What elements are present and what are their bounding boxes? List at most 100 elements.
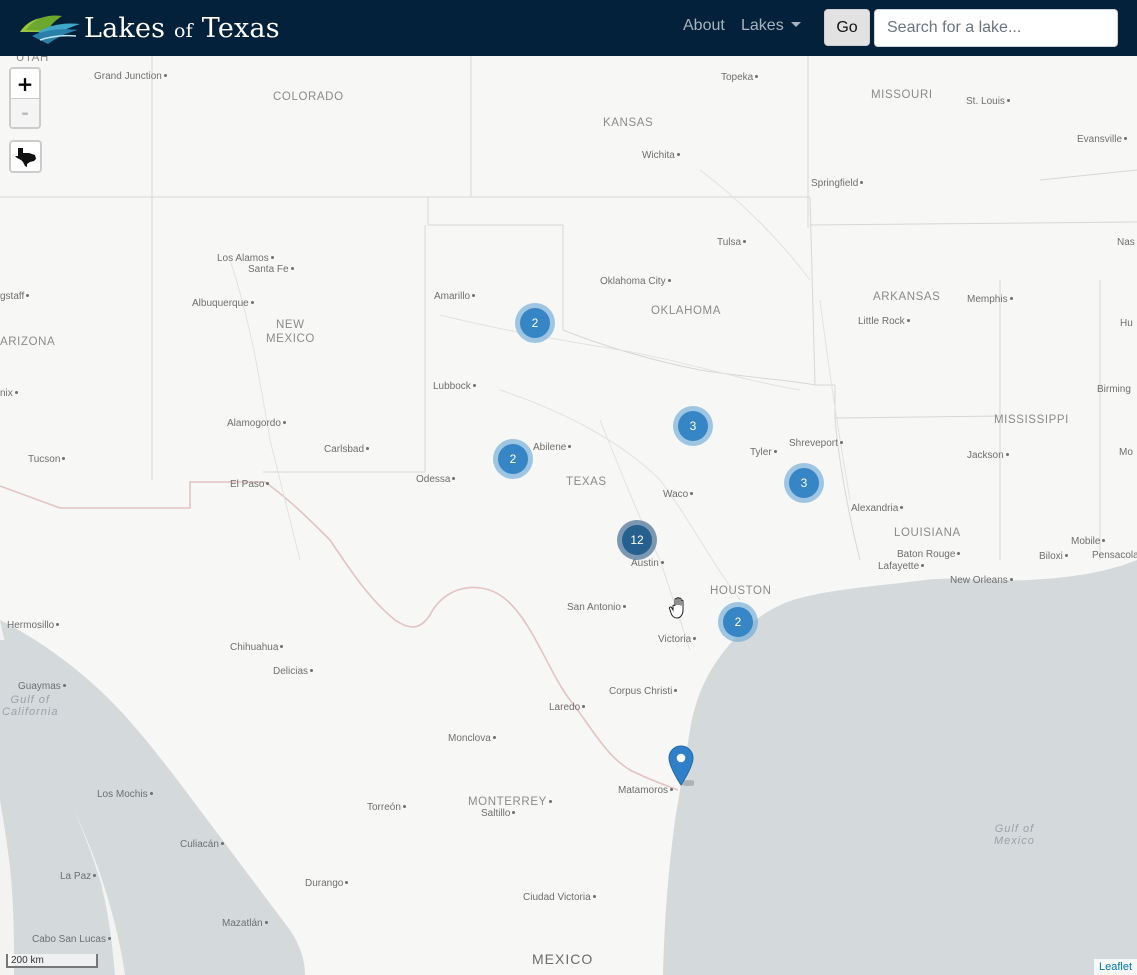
city-mo: Mo [1119,447,1133,458]
navbar: Lakes of Texas About Lakes Go [0,0,1137,56]
city-chihuahua: Chihuahua [230,642,284,654]
city-albuquerque: Albuquerque [192,298,254,310]
label-utah: UTAH [16,56,49,64]
city-nas: Nas [1117,237,1135,248]
city-mazatlan: Mazatlán [222,918,268,930]
leaflet-attribution-link[interactable]: Leaflet [1093,959,1137,975]
brand-title: Lakes of Texas [84,12,280,44]
city-lafayette: Lafayette [878,561,925,573]
lake-cluster-count: 2 [520,308,550,338]
nav-lakes-label: Lakes [741,17,784,34]
city-jackson: Jackson [967,450,1009,462]
city-alamogordo: Alamogordo [227,418,286,430]
city-laredo: Laredo [549,702,586,714]
city-springfield: Springfield [811,178,864,190]
city-birming: Birming [1097,384,1131,395]
texas-extent-button[interactable] [9,140,42,173]
city-victoria: Victoria [658,634,697,646]
city-shreveport: Shreveport [789,438,843,450]
label-gulf-of-mexico: Gulf of Mexico [994,823,1035,847]
brand[interactable]: Lakes of Texas [18,8,280,48]
lake-cluster[interactable]: 2 [493,439,533,479]
label-texas: TEXAS [566,476,607,488]
city-cabo-san-lucas: Cabo San Lucas [32,934,111,946]
lake-cluster-count: 2 [723,607,753,637]
city-amarillo: Amarillo [434,291,476,303]
base-map [0,56,1137,975]
city-hu: Hu [1120,318,1133,329]
lake-cluster[interactable]: 12 [617,520,657,560]
map[interactable]: UTAH COLORADO KANSAS MISSOURI NEW MEXICO… [0,56,1137,975]
city-tucson: Tucson [28,454,66,466]
city-culiacan: Culiacán [180,839,224,851]
search-input[interactable] [874,9,1118,47]
lake-cluster-count: 2 [498,444,528,474]
city-los-mochis: Los Mochis [97,789,153,801]
city-pensacola: Pensacola [1092,550,1137,561]
nav-lakes-dropdown[interactable]: Lakes [741,17,801,35]
city-durango: Durango [305,878,349,890]
city-hermosillo: Hermosillo [7,620,60,632]
city-alexandria: Alexandria [851,503,904,515]
label-gulf-of-california: Gulf of California [2,694,59,718]
city-gstaff: gstaff [0,291,30,303]
label-missouri: MISSOURI [871,89,933,101]
city-la-paz: La Paz [60,871,97,883]
label-arizona: ARIZONA [0,336,56,348]
lake-cluster-count: 3 [789,468,819,498]
city-matamoros: Matamoros [618,785,674,797]
city-monclova: Monclova [448,733,496,745]
city-nix: nix [0,388,18,400]
city-st-louis: St. Louis [966,96,1010,108]
label-new-mexico-2: MEXICO [266,333,315,345]
city-ciudad-victoria: Ciudad Victoria [523,892,596,904]
label-louisiana: LOUISIANA [894,527,961,539]
label-mexico: MEXICO [532,951,594,967]
city-tulsa: Tulsa [717,237,747,249]
city-abilene: Abilene [533,442,572,454]
label-colorado: COLORADO [273,91,344,103]
city-oklahoma-city: Oklahoma City [600,276,671,288]
city-little-rock: Little Rock [858,316,910,328]
zoom-control: + - [9,67,41,129]
city-lubbock: Lubbock [433,381,476,393]
city-torreon: Torreón [367,802,406,814]
map-marker-icon[interactable] [668,745,694,787]
scale-bar: 200 km [6,954,98,968]
zoom-in-button[interactable]: + [11,69,39,98]
city-carlsbad: Carlsbad [324,444,370,456]
lake-cluster[interactable]: 2 [718,602,758,642]
lake-cluster[interactable]: 3 [784,463,824,503]
lake-cluster[interactable]: 3 [673,406,713,446]
city-biloxi: Biloxi [1039,551,1068,563]
lake-cluster-count: 12 [622,525,652,555]
lake-cluster[interactable]: 2 [515,303,555,343]
label-kansas: KANSAS [603,117,654,129]
zoom-out-button[interactable]: - [11,98,39,127]
label-arkansas: ARKANSAS [873,291,941,303]
go-button[interactable]: Go [824,9,870,46]
city-san-antonio: San Antonio [567,602,626,614]
city-saltillo: Saltillo [481,808,516,820]
label-new-mexico-1: NEW [276,319,305,331]
city-topeka: Topeka [721,72,759,84]
city-odessa: Odessa [416,474,456,486]
label-oklahoma: OKLAHOMA [651,305,721,317]
label-mississippi: MISSISSIPPI [994,414,1069,426]
city-guaymas: Guaymas [18,681,66,693]
city-tyler: Tyler [750,447,777,459]
lake-logo-icon [20,15,80,44]
city-el-paso: El Paso [230,479,270,491]
city-evansville: Evansville [1077,134,1128,146]
city-delicias: Delicias [273,666,314,678]
hand-cursor-icon [668,597,684,619]
label-monterrey: MONTERREY [468,796,552,808]
caret-down-icon [790,22,801,27]
texas-icon [14,147,36,167]
city-corpus-christi: Corpus Christi [609,686,678,698]
lake-cluster-count: 3 [678,411,708,441]
city-santa-fe: Santa Fe [248,264,294,276]
city-mobile: Mobile [1071,536,1106,548]
nav-about-link[interactable]: About [683,17,725,35]
city-wichita: Wichita [642,150,680,162]
